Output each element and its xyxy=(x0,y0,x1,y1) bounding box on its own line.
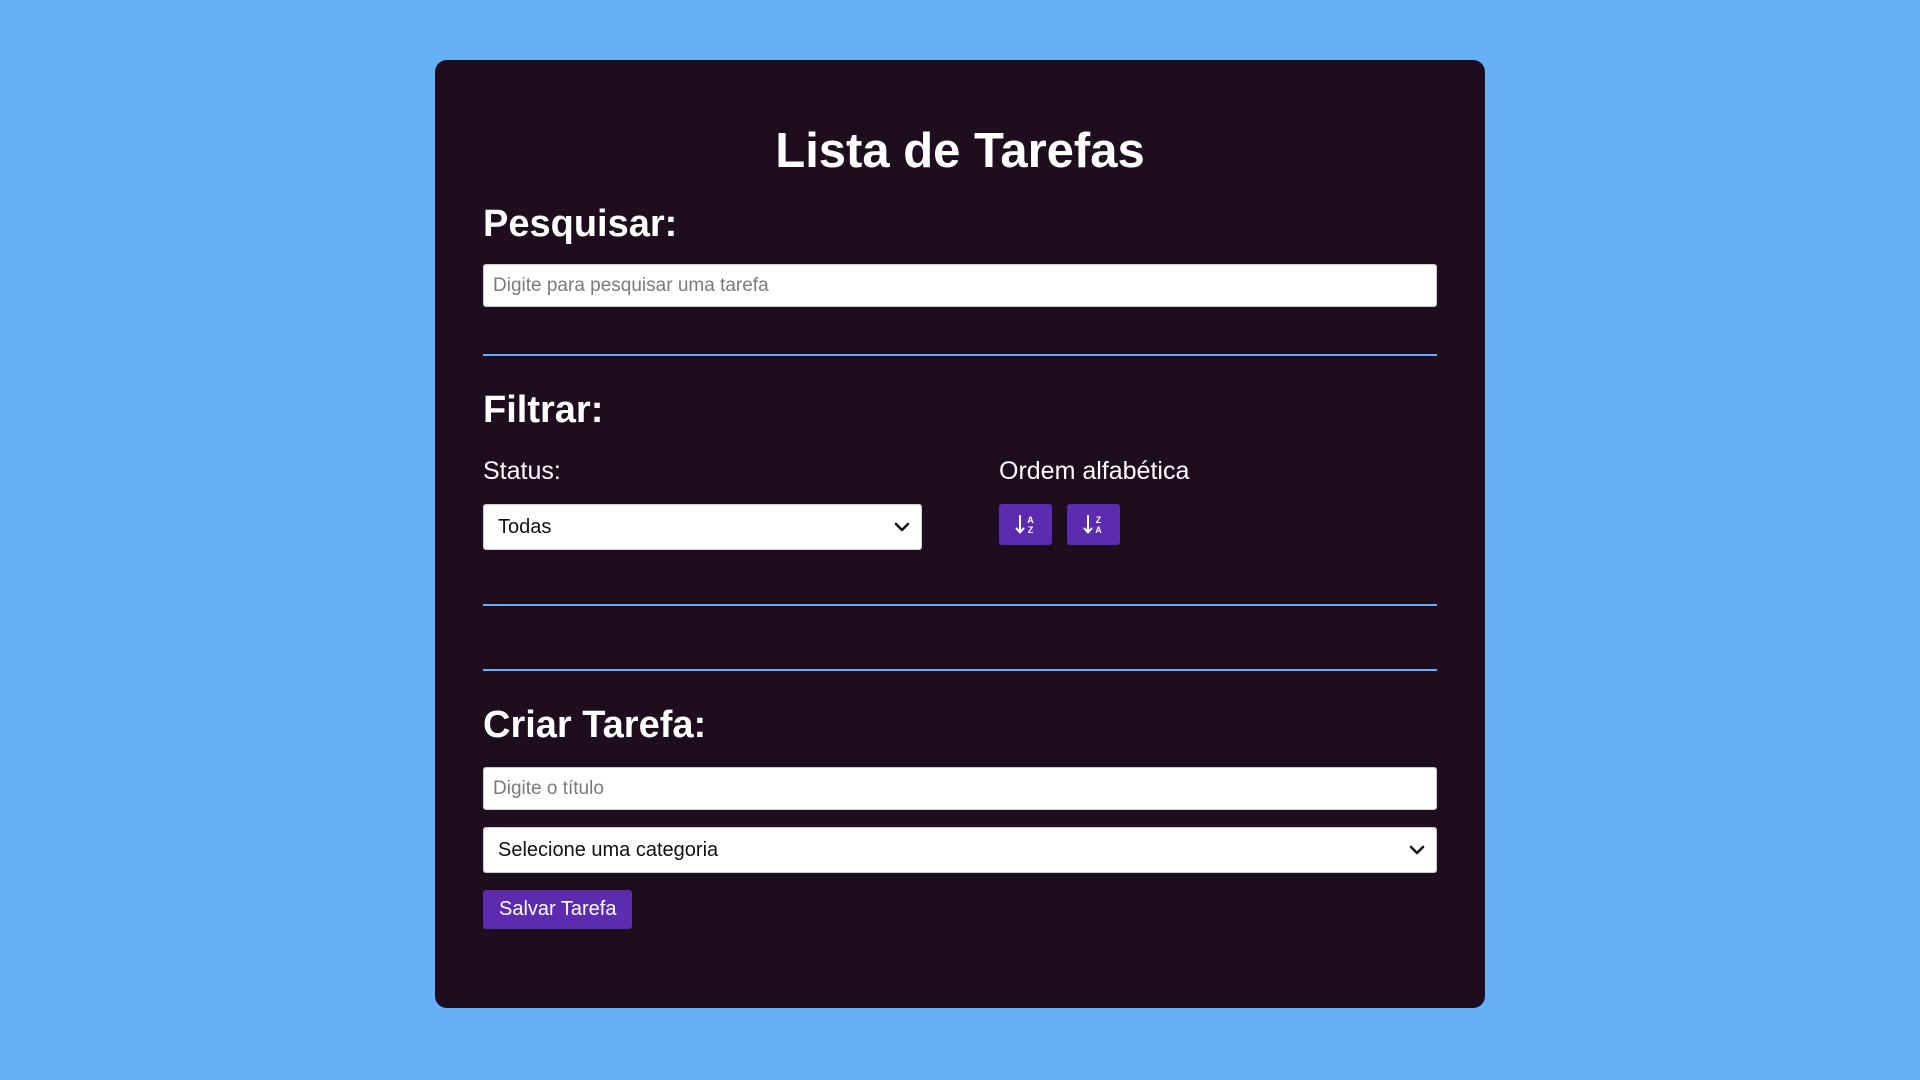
page-title: Lista de Tarefas xyxy=(775,124,1145,178)
order-label: Ordem alfabética xyxy=(999,457,1190,485)
divider xyxy=(483,669,1437,671)
divider xyxy=(483,604,1437,606)
chevron-down-icon xyxy=(1409,845,1425,855)
filter-row: Status: Todas Ordem alfabética A Z Z A xyxy=(483,456,1437,576)
order-buttons: A Z Z A xyxy=(999,504,1189,545)
sort-alpha-asc-icon: A Z xyxy=(1015,514,1034,535)
status-label: Status: xyxy=(483,457,561,485)
svg-text:Z: Z xyxy=(1027,525,1033,535)
search-input[interactable] xyxy=(483,264,1437,307)
svg-text:Z: Z xyxy=(1095,515,1101,525)
category-selected-value: Selecione uma categoria xyxy=(498,839,719,861)
status-select[interactable]: Todas xyxy=(483,504,922,550)
alphabetical-order: Ordem alfabética A Z Z A xyxy=(999,456,1189,545)
create-task-heading: Criar Tarefa: xyxy=(483,704,707,746)
chevron-down-icon xyxy=(894,522,910,532)
search-heading: Pesquisar: xyxy=(483,203,678,245)
save-task-button[interactable]: Salvar Tarefa xyxy=(483,890,633,929)
svg-text:A: A xyxy=(1027,515,1034,525)
task-title-input[interactable] xyxy=(483,767,1437,810)
sort-asc-button[interactable]: A Z xyxy=(999,504,1052,545)
filter-heading: Filtrar: xyxy=(483,389,604,431)
sort-alpha-desc-icon: Z A xyxy=(1083,514,1102,535)
status-filter: Status: Todas xyxy=(483,456,922,550)
svg-text:A: A xyxy=(1095,525,1102,535)
category-select[interactable]: Selecione uma categoria xyxy=(483,827,1437,873)
divider xyxy=(483,354,1437,356)
todo-card: Lista de Tarefas Pesquisar: Filtrar: Sta… xyxy=(435,60,1485,1008)
status-selected-value: Todas xyxy=(498,516,552,538)
sort-desc-button[interactable]: Z A xyxy=(1067,504,1120,545)
